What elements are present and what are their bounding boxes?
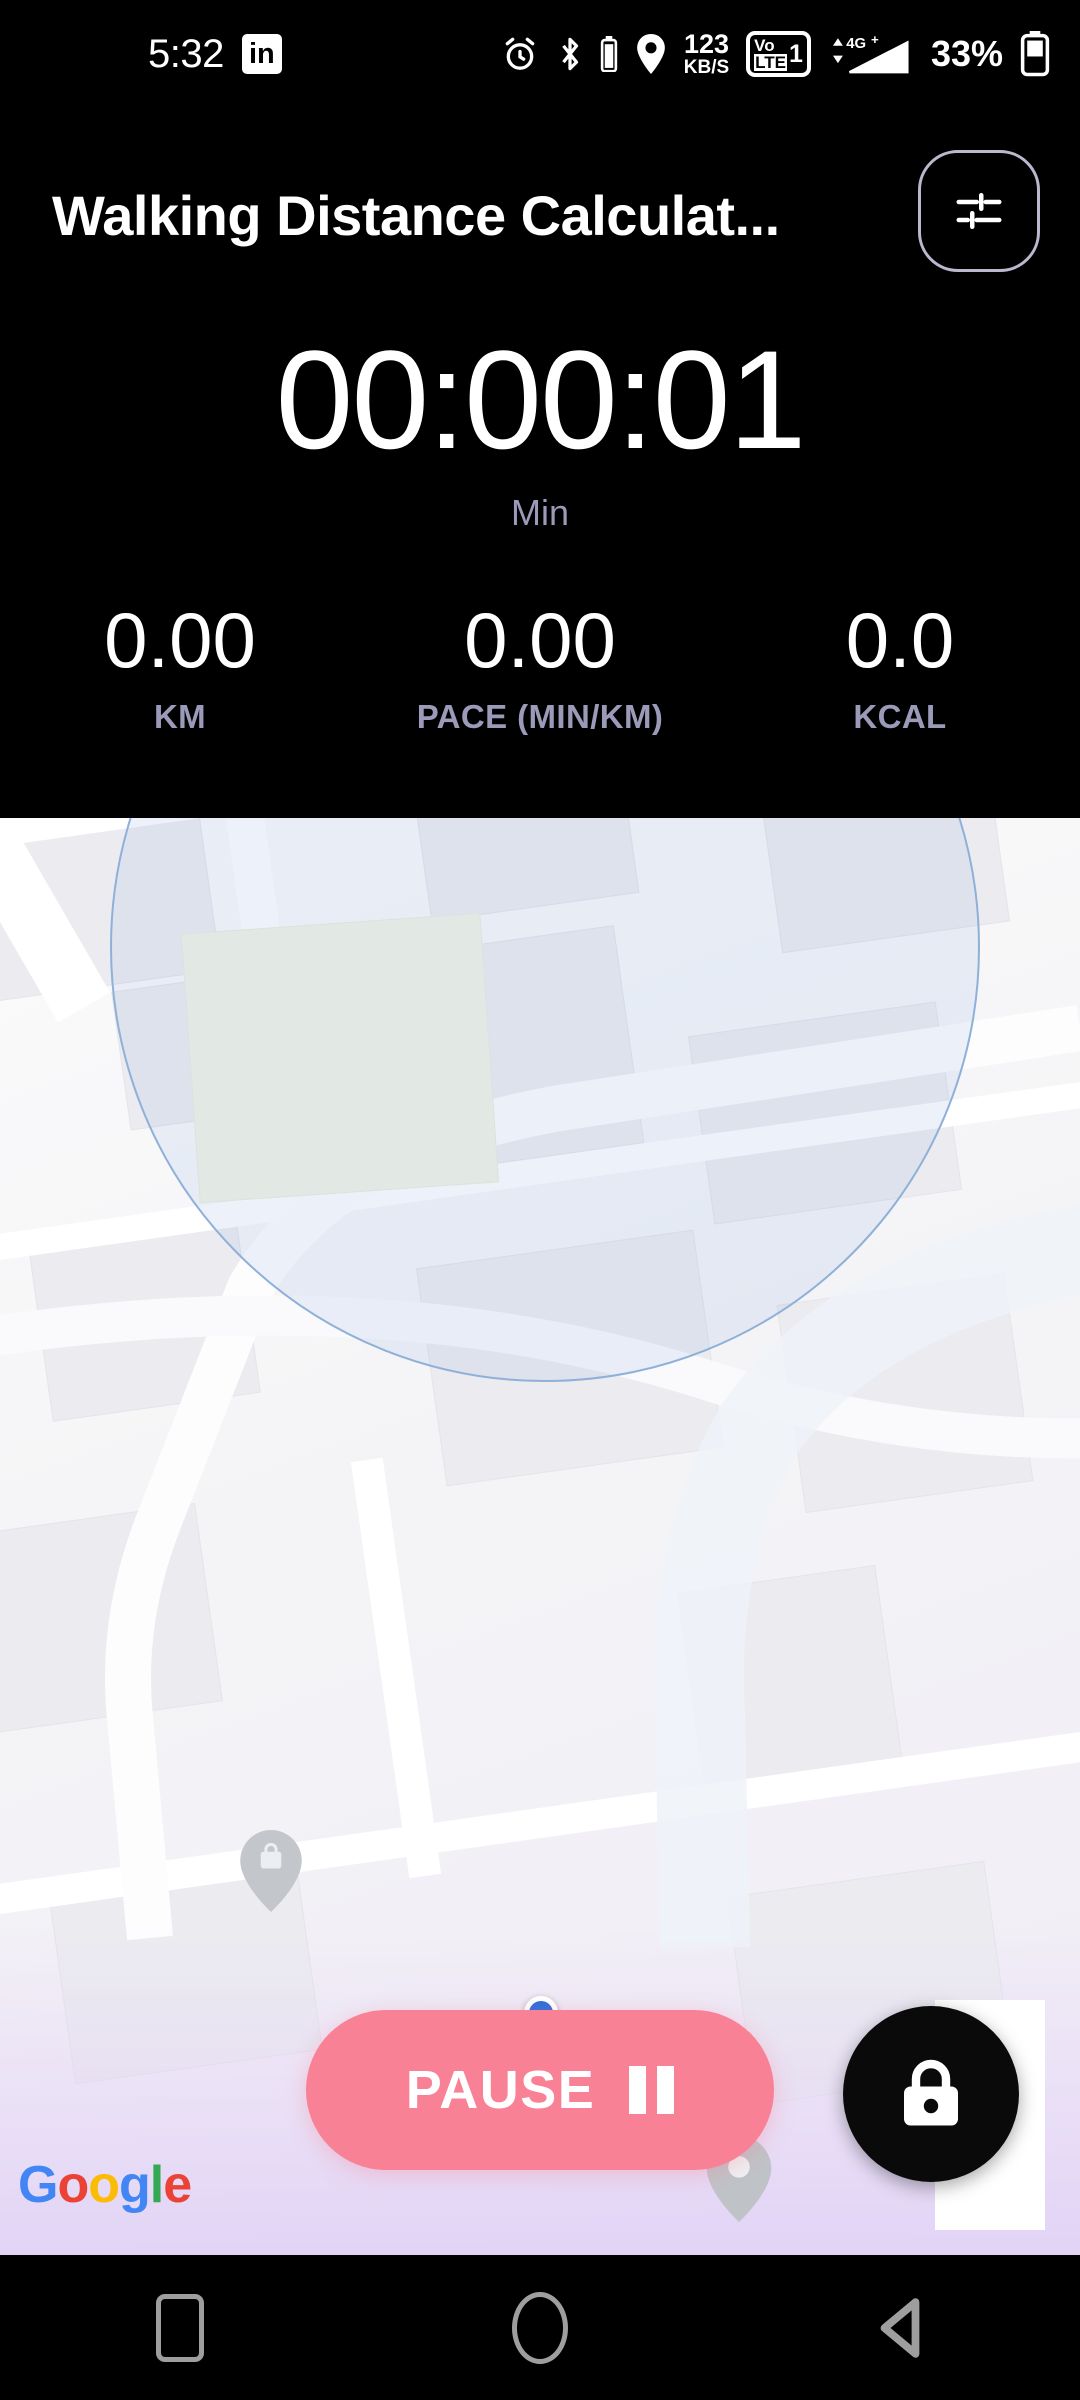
google-logo-l: l [149,2156,164,2214]
nav-recents-button[interactable] [90,2293,270,2362]
network-speed-value: 123 [683,29,729,59]
svg-text:4G: 4G [846,36,866,52]
battery-percent-label: 33% [930,33,1003,74]
stat-distance: 0.00 KM [0,596,360,736]
volte-text: Vo LTE [754,36,788,72]
google-logo: Google [18,2155,192,2215]
google-logo-o1: o [57,2156,89,2214]
settings-button[interactable] [918,150,1040,272]
battery-icon [1020,31,1050,77]
volte-line2: LTE [754,53,788,72]
volte-line1: Vo [754,36,775,55]
bluetooth-battery-icon [600,36,617,72]
volte-icon: Vo LTE 1 [746,31,811,77]
bluetooth-icon [561,37,578,71]
linkedin-notification-icon: in [241,34,282,74]
home-circle-icon [512,2291,568,2364]
stat-pace: 0.00 PACE (MIN/KM) [360,596,720,736]
back-triangle-icon [880,2297,920,2358]
page-title: Walking Distance Calculat... [52,183,780,247]
stat-calories-value: 0.0 [845,596,955,684]
stat-distance-label: KM [153,697,207,735]
nav-back-button[interactable] [810,2297,990,2359]
network-speed-indicator: 123 KB/S [683,29,730,78]
status-bar-clock: 5:32 [148,31,224,76]
elapsed-time: 00:00:01 [275,321,807,478]
stat-calories: 0.0 KCAL [720,596,1080,736]
lock-icon [904,2059,958,2126]
status-bar: 5:32 in 123 KB/S Vo LTE 1 4G + 33% [0,0,1080,108]
google-logo-g1: G [18,2156,58,2214]
app-header: Walking Distance Calculat... [0,140,1080,290]
tune-sliders-icon [956,193,1002,229]
stat-calories-label: KCAL [853,697,947,735]
google-logo-g2: g [118,2156,151,2214]
network-speed-unit: KB/S [683,57,730,78]
stat-distance-value: 0.00 [104,596,256,684]
timer-section: 00:00:01 Min [0,330,1080,534]
android-nav-bar [0,2255,1080,2400]
location-icon [636,34,665,74]
stat-pace-label: PACE (MIN/KM) [416,697,664,735]
phone-screen: 5:32 in 123 KB/S Vo LTE 1 4G + 33% Walki… [0,0,1080,2400]
stat-pace-value: 0.00 [464,596,616,684]
pause-button-label: PAUSE [405,2060,596,2120]
nav-home-button[interactable] [450,2291,630,2364]
svg-text:+: + [871,32,879,47]
google-logo-e: e [163,2156,192,2214]
poi-pin-univarsal-jari[interactable] [240,1830,302,1912]
google-logo-o2: o [88,2156,120,2214]
recents-square-icon [156,2293,204,2362]
volte-sim-number: 1 [789,39,803,68]
status-bar-right: 123 KB/S Vo LTE 1 4G + 33% [500,31,1050,77]
mobile-signal-icon: 4G + [832,32,909,74]
timer-unit-label: Min [510,492,569,533]
status-bar-left: 5:32 in [148,32,282,77]
lock-button[interactable] [843,2006,1019,2182]
alarm-icon [505,37,535,70]
stats-row: 0.00 KM 0.00 PACE (MIN/KM) 0.0 KCAL [0,596,1080,736]
pause-button[interactable]: PAUSE [306,2010,774,2170]
pause-bars-icon [629,2066,675,2114]
